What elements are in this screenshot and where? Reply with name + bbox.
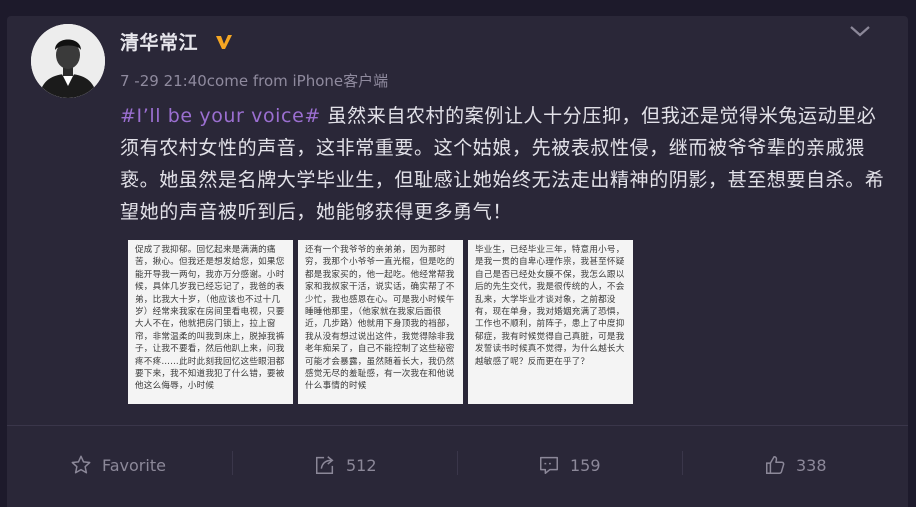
action-bar-divider	[7, 425, 908, 426]
author-name[interactable]: 清华常江	[120, 28, 198, 55]
favorite-button[interactable]: Favorite	[70, 437, 166, 493]
avatar-portrait-image	[31, 24, 105, 98]
image-thumbnail-1[interactable]: 促成了我抑郁。回忆起来是满满的痛苦，揪心。但我还是想发给您，如果您能开导我一两句…	[128, 240, 293, 404]
like-count: 338	[796, 455, 827, 475]
image-text-2: 还有一个我爷爷的亲弟弟，因为那时穷，我那个小爷爷一直光棍，但是吃的都是我家买的，…	[305, 245, 455, 392]
chevron-down-icon[interactable]	[848, 22, 872, 40]
image-text-3: 毕业生，已经毕业三年，特意用小号，是我一贯的自卑心理作祟，我甚至怀疑自己是否已经…	[475, 245, 625, 367]
thumbs-up-icon	[766, 456, 785, 474]
like-button[interactable]: 338	[764, 437, 827, 493]
action-separator	[457, 451, 458, 475]
avatar[interactable]	[31, 24, 105, 98]
forward-count: 512	[346, 455, 377, 475]
star-icon	[71, 455, 91, 474]
action-separator	[232, 451, 233, 475]
verified-v-icon	[216, 35, 232, 49]
comment-count: 159	[570, 455, 601, 475]
forward-button[interactable]: 512	[314, 437, 377, 493]
favorite-label: Favorite	[102, 455, 166, 475]
action-separator	[682, 451, 683, 475]
forward-icon	[316, 456, 334, 474]
weibo-page: 清华常江 7 -29 21:40come from iPhone客户端 #I’l…	[0, 0, 916, 507]
image-thumbnail-3[interactable]: 毕业生，已经毕业三年，特意用小号，是我一贯的自卑心理作祟，我甚至怀疑自己是否已经…	[468, 240, 633, 404]
comment-button[interactable]: 159	[538, 437, 601, 493]
image-text-1: 促成了我抑郁。回忆起来是满满的痛苦，揪心。但我还是想发给您，如果您能开导我一两句…	[135, 245, 285, 392]
post-meta: 7 -29 21:40come from iPhone客户端	[120, 72, 389, 90]
image-thumbnail-2[interactable]: 还有一个我爷爷的亲弟弟，因为那时穷，我那个小爷爷一直光棍，但是吃的都是我家买的，…	[298, 240, 463, 404]
comment-icon	[540, 456, 558, 474]
hashtag-link[interactable]: #I’ll be your voice#	[120, 105, 321, 127]
post-content: #I’ll be your voice# 虽然来自农村的案例让人十分压抑，但我还…	[120, 100, 890, 228]
